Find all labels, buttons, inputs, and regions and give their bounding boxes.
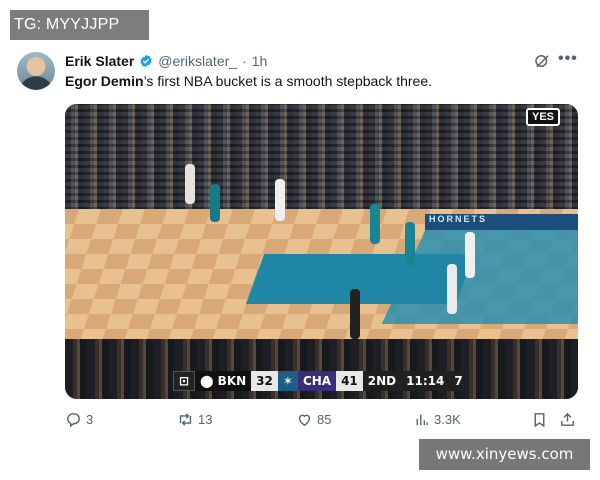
player bbox=[275, 179, 285, 221]
avatar[interactable] bbox=[17, 52, 55, 90]
shot-clock: 7 bbox=[449, 371, 468, 391]
reply-count: 3 bbox=[86, 412, 94, 427]
repost-icon bbox=[179, 413, 192, 426]
away-team: ⬤ BKN bbox=[195, 371, 252, 391]
away-team-logo-icon: ⬤ bbox=[200, 374, 218, 388]
more-icon[interactable]: ••• bbox=[558, 50, 578, 70]
referee bbox=[350, 289, 360, 339]
repost-button[interactable]: 13 bbox=[177, 411, 212, 428]
away-score: 32 bbox=[251, 371, 278, 391]
tweet-text: Egor Demin’s first NBA bucket is a smoot… bbox=[65, 73, 432, 89]
post-time[interactable]: 1h bbox=[252, 53, 268, 69]
game-period: 2ND bbox=[362, 371, 402, 391]
share-icon bbox=[561, 412, 574, 426]
watermark-tag: TG: MYYJJPP bbox=[10, 10, 149, 40]
player bbox=[405, 222, 415, 266]
player bbox=[370, 204, 380, 244]
views-count: 3.3K bbox=[434, 412, 461, 427]
ad-board: HORNETS bbox=[425, 214, 578, 230]
home-team-logo-icon: ✶ bbox=[277, 371, 298, 391]
player bbox=[210, 184, 220, 222]
bookmark-button[interactable] bbox=[531, 411, 548, 428]
views-button[interactable]: 3.3K bbox=[413, 411, 461, 428]
views-icon bbox=[416, 414, 428, 426]
player bbox=[185, 164, 195, 204]
reply-icon bbox=[67, 413, 80, 428]
tweet-header: Erik Slater @erikslater_ · 1h bbox=[65, 52, 267, 70]
bookmark-icon bbox=[534, 413, 545, 428]
network-badge: YES bbox=[525, 108, 560, 126]
away-team-name: BKN bbox=[217, 374, 247, 388]
watermark-site: www.xinyews.com bbox=[419, 439, 590, 470]
like-button[interactable]: 85 bbox=[296, 411, 331, 428]
scorebug: ⊡ ⬤ BKN 32 ✶ CHA 41 2ND 11:14 7 bbox=[173, 371, 468, 391]
home-score: 41 bbox=[336, 371, 363, 391]
grok-icon[interactable] bbox=[533, 52, 551, 70]
crowd-background bbox=[65, 104, 578, 224]
tweet-text-highlight: Egor Demin bbox=[65, 73, 144, 89]
author-handle[interactable]: @erikslater_ bbox=[158, 53, 237, 69]
player bbox=[465, 232, 475, 278]
like-icon bbox=[298, 414, 311, 427]
like-count: 85 bbox=[317, 412, 332, 427]
network-logo-icon: ⊡ bbox=[173, 371, 196, 391]
court-paint bbox=[245, 254, 475, 304]
reply-button[interactable]: 3 bbox=[65, 411, 93, 428]
share-button[interactable] bbox=[559, 411, 576, 428]
author-name[interactable]: Erik Slater bbox=[65, 53, 134, 69]
player bbox=[447, 264, 457, 314]
tweet-text-rest: ’s first NBA bucket is a smooth stepback… bbox=[143, 73, 433, 89]
header-separator: · bbox=[242, 53, 247, 69]
game-clock: 11:14 bbox=[401, 371, 450, 391]
action-bar: 3 13 85 3.3K bbox=[65, 411, 580, 433]
verified-badge-icon bbox=[140, 54, 152, 68]
repost-count: 13 bbox=[198, 412, 213, 427]
home-team-name: CHA bbox=[297, 371, 337, 391]
video-media[interactable]: HORNETS ectrum YES ⊡ ⬤ BKN 32 ✶ CHA 41 2… bbox=[65, 104, 578, 399]
